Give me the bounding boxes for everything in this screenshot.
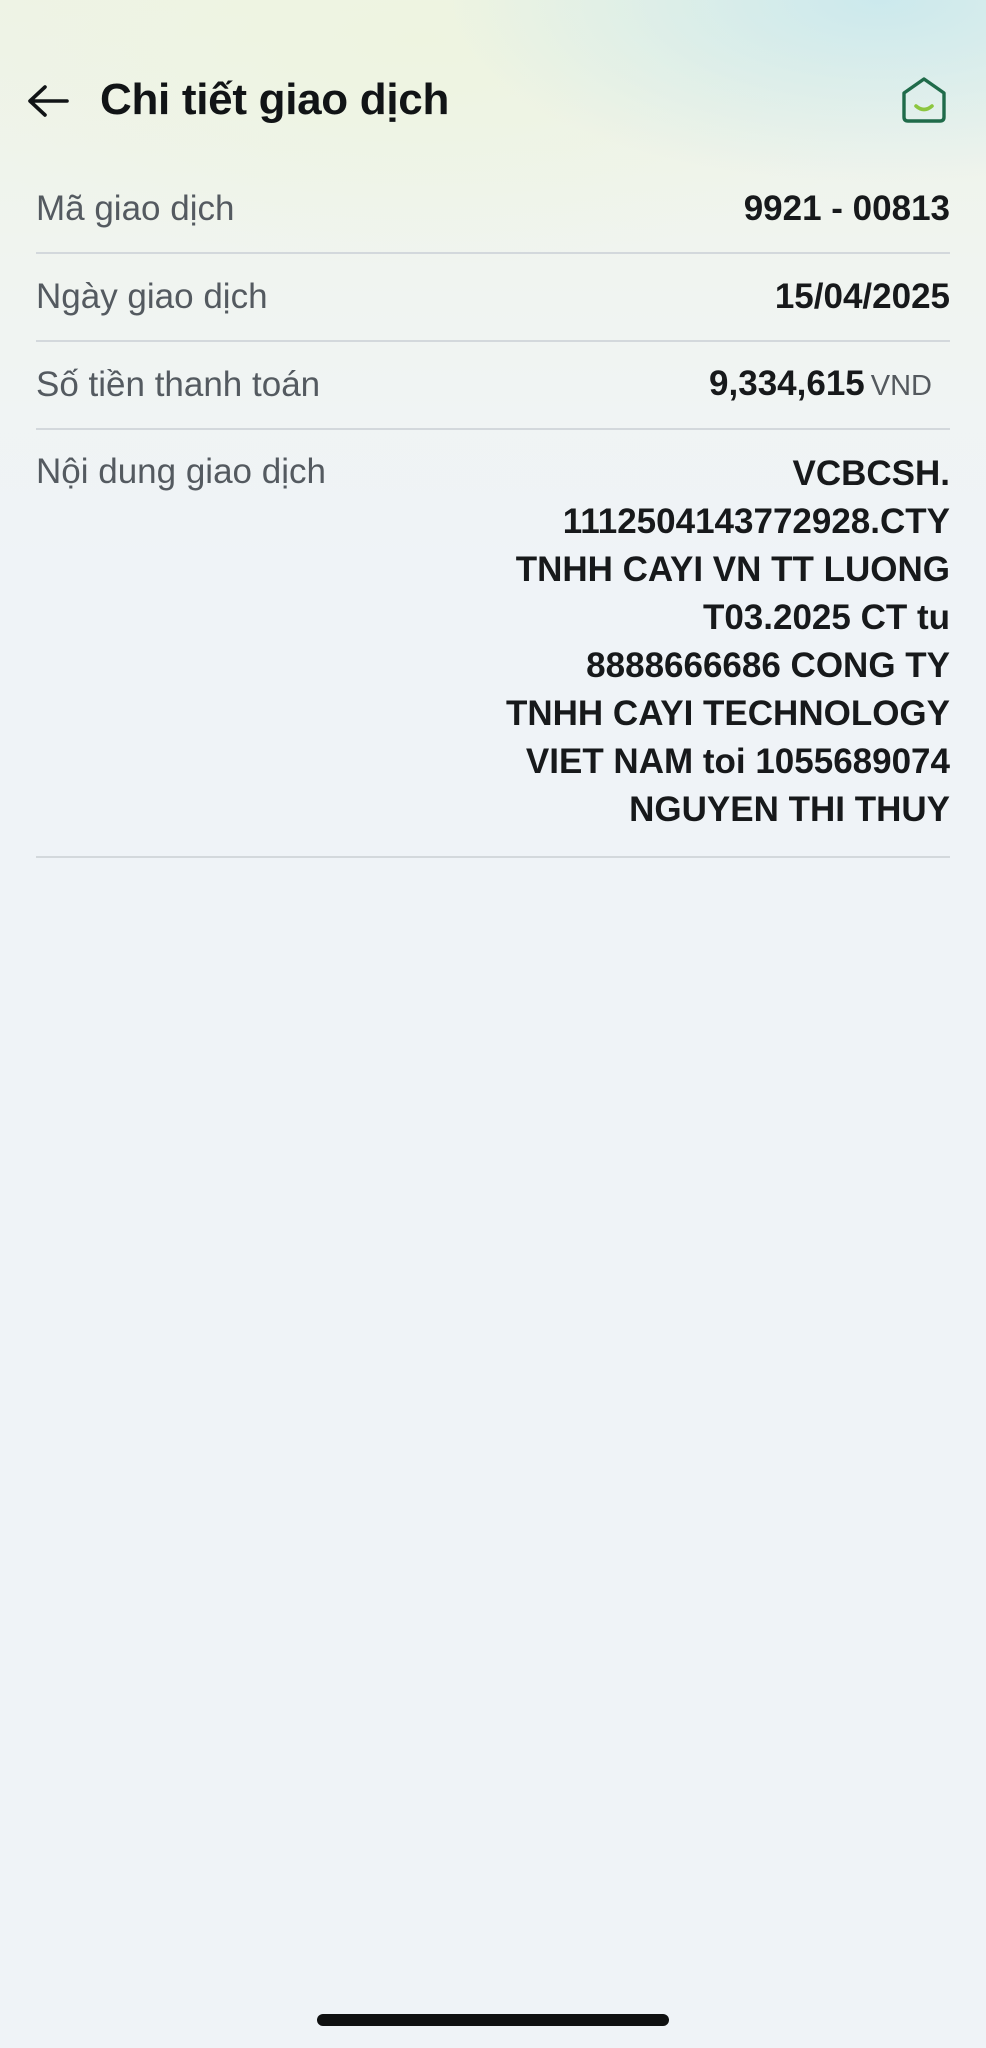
content-line: TNHH CAYI TECHNOLOGY	[505, 694, 950, 733]
content-line: VCBCSH.	[792, 454, 950, 493]
header: Chi tiết giao dịch	[0, 60, 986, 140]
content-label: Nội dung giao dịch	[36, 452, 326, 491]
amount-label: Số tiền thanh toán	[36, 365, 321, 404]
content-line: 1112504143772928.CTY	[562, 502, 950, 541]
amount-value: 9,334,615	[709, 364, 865, 403]
content-line: 8888666686 CONG TY	[586, 646, 950, 685]
home-button[interactable]	[896, 72, 952, 128]
page-title: Chi tiết giao dịch	[100, 75, 450, 124]
transaction-date-row: Ngày giao dịch 15/04/2025	[36, 254, 950, 342]
content-line: NGUYEN THI THUY	[629, 790, 950, 829]
content-value: VCBCSH. 1112504143772928.CTY TNHH CAYI V…	[506, 450, 950, 834]
content-line: VIET NAM toi 1055689074	[525, 742, 950, 781]
amount-row: Số tiền thanh toán 9,334,615 VND	[36, 342, 950, 430]
home-indicator[interactable]	[317, 2014, 669, 2026]
transaction-id-label: Mã giao dịch	[36, 189, 235, 228]
amount-value-group: 9,334,615 VND	[709, 362, 950, 408]
content-line: TNHH CAYI VN TT LUONG	[515, 550, 950, 589]
home-icon	[902, 77, 946, 123]
content-line: T03.2025 CT tu	[702, 598, 950, 637]
amount-unit: VND	[870, 370, 932, 402]
content-row: Nội dung giao dịch VCBCSH. 1112504143772…	[36, 430, 950, 858]
transaction-detail-screen: Chi tiết giao dịch Mã giao dịch 9921 - 0…	[0, 0, 986, 2048]
transaction-id-value: 9921 - 00813	[743, 189, 950, 228]
transaction-date-label: Ngày giao dịch	[36, 277, 268, 316]
arrow-left-icon	[28, 85, 69, 117]
transaction-id-row: Mã giao dịch 9921 - 00813	[36, 166, 950, 254]
transaction-details: Mã giao dịch 9921 - 00813 Ngày giao dịch…	[36, 166, 950, 858]
transaction-date-value: 15/04/2025	[774, 277, 950, 316]
back-button[interactable]	[22, 78, 72, 124]
